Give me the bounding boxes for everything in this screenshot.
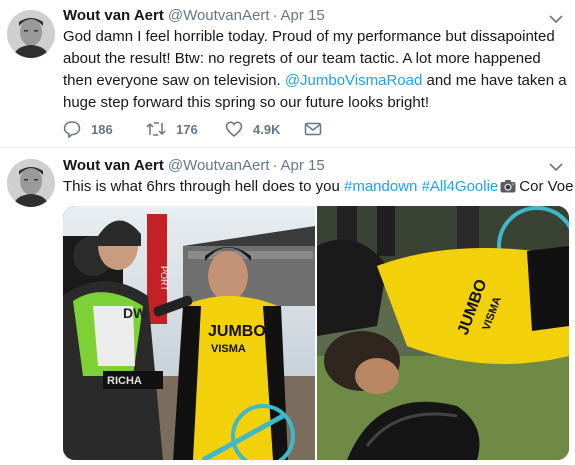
avatar[interactable] xyxy=(7,159,55,207)
tweet-date[interactable]: Apr 15 xyxy=(281,157,325,174)
banner-text: PORT xyxy=(159,266,169,291)
retweet-count: 176 xyxy=(176,121,198,137)
avatar[interactable] xyxy=(7,10,55,58)
tweet[interactable]: Wout van Aert @WoutvanAert · Apr 15 This is… xyxy=(0,148,575,465)
author-name[interactable]: Wout van Aert xyxy=(63,157,164,174)
author-handle[interactable]: @WoutvanAert xyxy=(168,157,270,174)
reply-count: 186 xyxy=(91,121,113,137)
tweet[interactable]: Wout van Aert @WoutvanAert · Apr 15 God dam… xyxy=(0,0,575,148)
envelope-icon xyxy=(304,122,322,136)
tweet-text: This is what 6hrs through hell does to y… xyxy=(63,176,573,198)
bag-text: RICHA xyxy=(107,375,142,387)
camera-icon xyxy=(500,180,516,193)
reply-button[interactable]: 186 xyxy=(63,119,113,139)
like-count: 4.9K xyxy=(253,121,281,137)
reply-icon xyxy=(63,121,81,138)
tweet-date[interactable]: Apr 15 xyxy=(281,7,325,24)
jersey-visma-text: VISMA xyxy=(211,343,246,355)
photo-grid: PORT DW RICHA JUMBO VISMA JUMBO VISMA xyxy=(63,206,569,460)
photo-right[interactable]: JUMBO VISMA xyxy=(317,206,569,460)
chevron-down-icon[interactable] xyxy=(549,14,563,24)
chevron-down-icon[interactable] xyxy=(549,162,563,172)
tweet-header: Wout van Aert @WoutvanAert · Apr 15 xyxy=(63,156,325,176)
bib-text: DW xyxy=(123,305,147,321)
hashtag-link[interactable]: #mandown xyxy=(344,178,417,195)
mention-link[interactable]: @JumboVismaRoad xyxy=(285,72,423,89)
author-name[interactable]: Wout van Aert xyxy=(63,7,164,24)
heart-icon xyxy=(225,121,243,137)
tweet-header: Wout van Aert @WoutvanAert · Apr 15 xyxy=(63,6,325,26)
separator: · xyxy=(272,157,278,174)
like-button[interactable]: 4.9K xyxy=(225,119,280,139)
hashtag-link[interactable]: #All4Goolie xyxy=(422,178,499,195)
message-button[interactable] xyxy=(304,119,332,139)
retweet-icon xyxy=(146,122,166,136)
author-handle[interactable]: @WoutvanAert xyxy=(168,7,270,24)
tweet-text: God damn I feel horrible today. Proud of… xyxy=(63,26,568,114)
retweet-button[interactable]: 176 xyxy=(146,119,198,139)
jersey-jumbo-text: JUMBO xyxy=(208,323,266,340)
separator: · xyxy=(272,7,278,24)
photo-left[interactable]: PORT DW RICHA JUMBO VISMA xyxy=(63,206,315,460)
photo-credit: Cor Voe xyxy=(519,178,574,195)
tweet-text-part: This is what 6hrs through hell does to y… xyxy=(63,178,344,195)
